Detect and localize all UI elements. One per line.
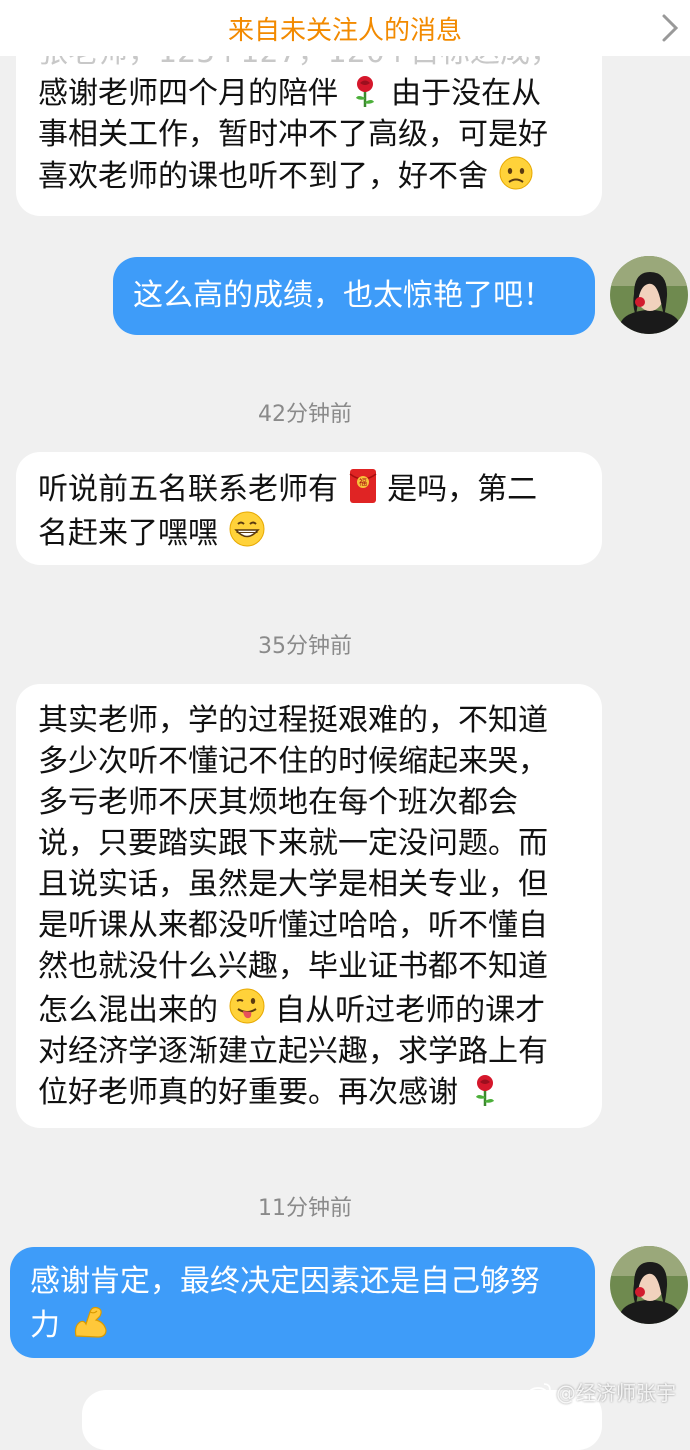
header-bar: 来自未关注人的消息 (0, 0, 690, 56)
message-text: 其实老师，学的过程挺艰难的，不知道 (38, 703, 548, 738)
message-text-segment: 由于没在从 (391, 76, 542, 111)
message-text: 力 (30, 1302, 577, 1346)
rose-icon (355, 76, 374, 107)
message-text: 名赶来了嘿嘿 (38, 510, 582, 554)
watermark-text: @经济师张宇 (556, 1381, 676, 1405)
message-text-segment: 喜欢老师的课也听不到了，好不舍 (38, 159, 488, 194)
message-text: 多少次听不懂记不住的时候缩起来哭， (38, 744, 548, 779)
message-text-segment: 自从听过老师的课才 (275, 993, 546, 1028)
timestamp: 35分钟前 (258, 634, 352, 659)
timestamp: 11分钟前 (258, 1196, 352, 1221)
sad-face-icon (499, 156, 533, 190)
message-bubble-incoming[interactable]: 听说前五名联系老师有 福 是吗，第二 名赶来了嘿嘿 (16, 452, 602, 565)
message-text: 说，只要踏实跟下来就一定没问题。而 (38, 826, 548, 861)
message-text: 这么高的成绩，也太惊艳了吧！ (133, 278, 553, 313)
message-bubble-incoming[interactable]: 其实老师，学的过程挺艰难的，不知道 多少次听不懂记不住的时候缩起来哭， 多亏老师… (16, 684, 602, 1128)
timestamp: 42分钟前 (258, 402, 352, 427)
message-text-segment: 力 (30, 1308, 60, 1343)
message-text: 然也就没什么兴趣，毕业证书都不知道 (38, 949, 548, 984)
avatar[interactable] (610, 1246, 688, 1324)
message-text-segment: 名赶来了嘿嘿 (38, 516, 218, 551)
message-text-segment: 怎么混出来的 (38, 993, 218, 1028)
header-title: 来自未关注人的消息 (227, 15, 462, 46)
message-text: 感谢老师四个月的陪伴 由于没在从 (38, 73, 582, 114)
grin-face-icon (229, 511, 265, 547)
watermark: @经济师张宇 (526, 1377, 676, 1406)
message-text: 怎么混出来的 自从听过老师的课才 (38, 987, 584, 1031)
avatar[interactable] (610, 256, 688, 334)
message-text: 多亏老师不厌其烦地在每个班次都会 (38, 785, 518, 820)
flexed-biceps-icon (74, 1306, 107, 1338)
message-text: 感谢肯定，最终决定因素还是自己够努 (30, 1264, 540, 1299)
message-text-segment: 位好老师真的好重要。再次感谢 (38, 1075, 458, 1110)
message-text-segment: 听说前五名联系老师有 (38, 472, 338, 507)
message-text: 喜欢老师的课也听不到了，好不舍 (38, 155, 582, 197)
message-text-segment: 是吗，第二 (387, 472, 538, 507)
message-text: 且说实话，虽然是大学是相关专业，但 (38, 867, 548, 902)
tongue-wink-face-icon (229, 988, 265, 1024)
message-bubble-outgoing[interactable]: 感谢肯定，最终决定因素还是自己够努 力 (10, 1247, 595, 1358)
message-text: 是听课从来都没听懂过哈哈，听不懂自 (38, 908, 548, 943)
weibo-icon (527, 1382, 551, 1403)
avatar-image (610, 1246, 688, 1324)
rose-icon (475, 1075, 494, 1106)
red-envelope-icon: 福 (349, 469, 377, 503)
message-text: 位好老师真的好重要。再次感谢 (38, 1072, 584, 1113)
message-bubble-incoming[interactable] (82, 1390, 602, 1450)
chevron-right-icon[interactable] (660, 12, 682, 44)
message-text: 对经济学逐渐建立起兴趣，求学路上有 (38, 1034, 548, 1069)
message-text-segment: 感谢老师四个月的陪伴 (38, 76, 338, 111)
avatar-image (610, 256, 688, 334)
message-bubble-outgoing[interactable]: 这么高的成绩，也太惊艳了吧！ (113, 257, 595, 335)
message-text: 事相关工作，暂时冲不了高级，可是好 (38, 117, 548, 152)
svg-text:福: 福 (359, 478, 367, 487)
message-text: 听说前五名联系老师有 福 是吗，第二 (38, 468, 582, 510)
